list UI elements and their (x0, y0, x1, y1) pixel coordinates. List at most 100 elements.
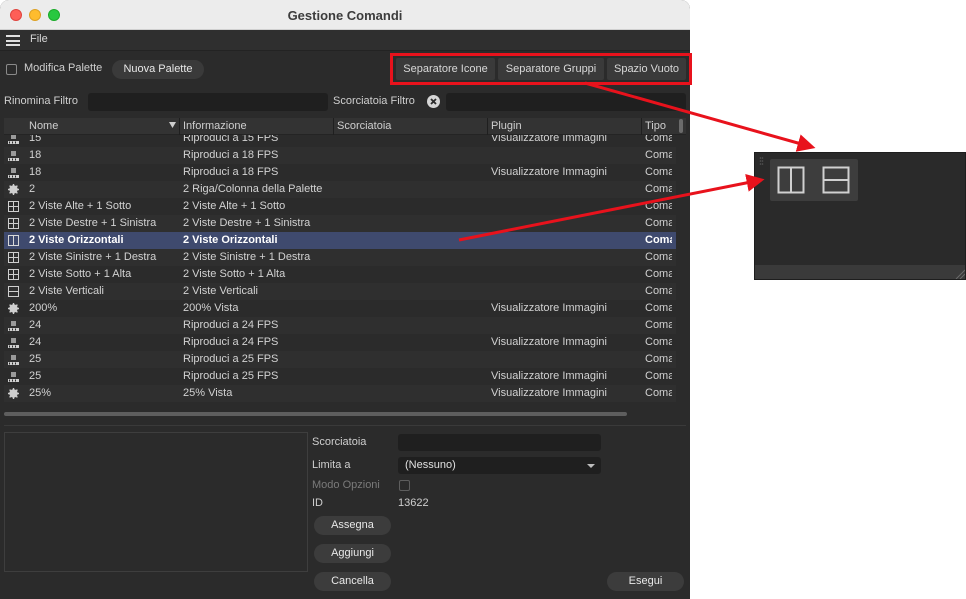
cell-name: 2 (29, 183, 36, 195)
column-shortcut[interactable]: Scorciatoia (337, 120, 391, 132)
cell-info: 2 Viste Destre + 1 Sinistra (183, 217, 311, 229)
options-mode-label: Modo Opzioni (312, 479, 380, 491)
fps-icon (8, 135, 19, 144)
table-row[interactable]: 2 2 Riga/Colonna della Palette Comando (4, 181, 676, 198)
delete-button[interactable]: Cancella (314, 572, 391, 591)
cell-type: Comando (645, 234, 672, 246)
table-row[interactable]: 2 Viste Destre + 1 Sinistra 2 Viste Destr… (4, 215, 676, 232)
table-row[interactable]: 25 Riproduci a 25 FPS Comando (4, 351, 676, 368)
gear-icon (8, 184, 19, 195)
cell-type: Comando (645, 285, 672, 297)
menu-bar: File (0, 30, 690, 51)
cell-type: Comando (645, 302, 672, 314)
cell-info: 25% Vista (183, 387, 233, 399)
cell-plugin: Visualizzatore Immagini (491, 302, 607, 314)
chevron-down-icon (587, 464, 595, 468)
table-row[interactable]: 2 Viste Sotto + 1 Alta 2 Viste Sotto + 1 … (4, 266, 676, 283)
cell-name: 24 (29, 319, 42, 331)
table-row[interactable]: 24 Riproduci a 24 FPS Comando (4, 317, 676, 334)
clear-filter-icon[interactable] (427, 95, 440, 108)
split-horizontal-icon (8, 286, 19, 297)
hamburger-menu-icon[interactable] (6, 35, 20, 46)
table-vertical-scrollbar[interactable] (679, 119, 683, 133)
table-header: Nome Informazione Scorciatoia Plugin Tip… (4, 118, 686, 135)
table-row[interactable]: 24 Riproduci a 24 FPS Visualizzatore Immag… (4, 334, 676, 351)
column-type[interactable]: Tipo (645, 120, 666, 132)
shortcut-input[interactable] (398, 434, 601, 451)
table-row[interactable]: 2 Viste Alte + 1 Sotto 2 Viste Alte + 1 S… (4, 198, 676, 215)
column-name[interactable]: Nome (29, 120, 58, 132)
new-palette-button[interactable]: Nuova Palette (112, 60, 204, 79)
table-row[interactable]: 2 Viste Verticali 2 Viste Verticali Comand… (4, 283, 676, 300)
split-vertical-icon[interactable] (777, 166, 805, 194)
cell-name: 2 Viste Sotto + 1 Alta (29, 268, 132, 280)
commands-table: Nome Informazione Scorciatoia Plugin Tip… (4, 118, 686, 408)
rename-filter-input[interactable] (88, 93, 328, 111)
cell-name: 24 (29, 336, 42, 348)
shortcut-filter-input[interactable] (446, 93, 686, 111)
cell-name: 2 Viste Sinistre + 1 Destra (29, 251, 157, 263)
table-row[interactable]: 15 Riproduci a 15 FPS Visualizzatore Immag… (4, 135, 676, 147)
cell-name: 2 Viste Orizzontali (29, 234, 124, 246)
table-row[interactable]: 25% 25% Vista Visualizzatore Immagini Coman… (4, 385, 676, 402)
id-label: ID (312, 497, 323, 509)
limit-to-select[interactable]: (Nessuno) (398, 457, 601, 474)
cell-type: Comando (645, 336, 672, 348)
table-row[interactable]: 18 Riproduci a 18 FPS Visualizzatore Immag… (4, 164, 676, 181)
cell-name: 25 (29, 370, 42, 382)
id-value: 13622 (398, 497, 429, 509)
table-row[interactable]: 200% 200% Vista Visualizzatore Immagini Com… (4, 300, 676, 317)
fps-icon (8, 338, 19, 348)
cell-type: Comando (645, 217, 672, 229)
fps-icon (8, 151, 19, 161)
window-title: Gestione Comandi (287, 8, 403, 23)
cell-info: Riproduci a 15 FPS (183, 135, 279, 144)
column-info[interactable]: Informazione (183, 120, 247, 132)
panel-divider (4, 425, 686, 426)
cell-type: Comando (645, 387, 672, 399)
cell-name: 200% (29, 302, 58, 314)
table-row[interactable]: 2 Viste Sinistre + 1 Destra 2 Viste Sinis… (4, 249, 676, 266)
cell-info: 2 Viste Orizzontali (183, 234, 278, 246)
options-mode-checkbox[interactable] (399, 480, 410, 491)
palette-icon-group (770, 159, 858, 201)
cell-type: Comando (645, 251, 672, 263)
cell-plugin: Visualizzatore Immagini (491, 135, 607, 144)
cell-info: 2 Viste Sotto + 1 Alta (183, 268, 286, 280)
cell-plugin: Visualizzatore Immagini (491, 387, 607, 399)
cell-type: Comando (645, 319, 672, 331)
fps-icon (8, 372, 19, 382)
edit-palette-label: Modifica Palette (24, 62, 103, 74)
layout-icon (8, 201, 19, 212)
assign-button[interactable]: Assegna (314, 516, 391, 535)
cell-info: Riproduci a 18 FPS (183, 166, 279, 178)
cell-info: 2 Viste Sinistre + 1 Destra (183, 251, 311, 263)
title-bar: Gestione Comandi (0, 0, 690, 30)
edit-palette-checkbox[interactable] (6, 64, 17, 75)
annotation-highlight-box (390, 53, 692, 85)
cell-name: 18 (29, 149, 42, 161)
table-row[interactable]: 18 Riproduci a 18 FPS Comando (4, 147, 676, 164)
cell-info: 2 Viste Verticali (183, 285, 259, 297)
table-row[interactable]: 25 Riproduci a 25 FPS Visualizzatore Immag… (4, 368, 676, 385)
layout-icon (8, 269, 19, 280)
run-button[interactable]: Esegui (607, 572, 684, 591)
fps-icon (8, 321, 19, 331)
split-horizontal-icon[interactable] (822, 166, 850, 194)
limit-to-value: (Nessuno) (405, 459, 456, 471)
cell-plugin: Visualizzatore Immagini (491, 166, 607, 178)
cell-name: 18 (29, 166, 42, 178)
cell-type: Comando (645, 183, 672, 195)
table-row[interactable]: 2 Viste Orizzontali 2 Viste Orizzontali Co… (4, 232, 676, 249)
resize-grip-icon[interactable] (954, 268, 966, 280)
cell-info: 2 Riga/Colonna della Palette (183, 183, 323, 195)
cell-type: Comando (645, 370, 672, 382)
table-horizontal-scrollbar[interactable] (4, 412, 627, 416)
cell-plugin: Visualizzatore Immagini (491, 336, 607, 348)
column-plugin[interactable]: Plugin (491, 120, 522, 132)
cell-info: 200% Vista (183, 302, 239, 314)
menu-file[interactable]: File (30, 33, 48, 45)
add-button[interactable]: Aggiungi (314, 544, 391, 563)
cell-info: 2 Viste Alte + 1 Sotto (183, 200, 286, 212)
cell-name: 15 (29, 135, 42, 144)
